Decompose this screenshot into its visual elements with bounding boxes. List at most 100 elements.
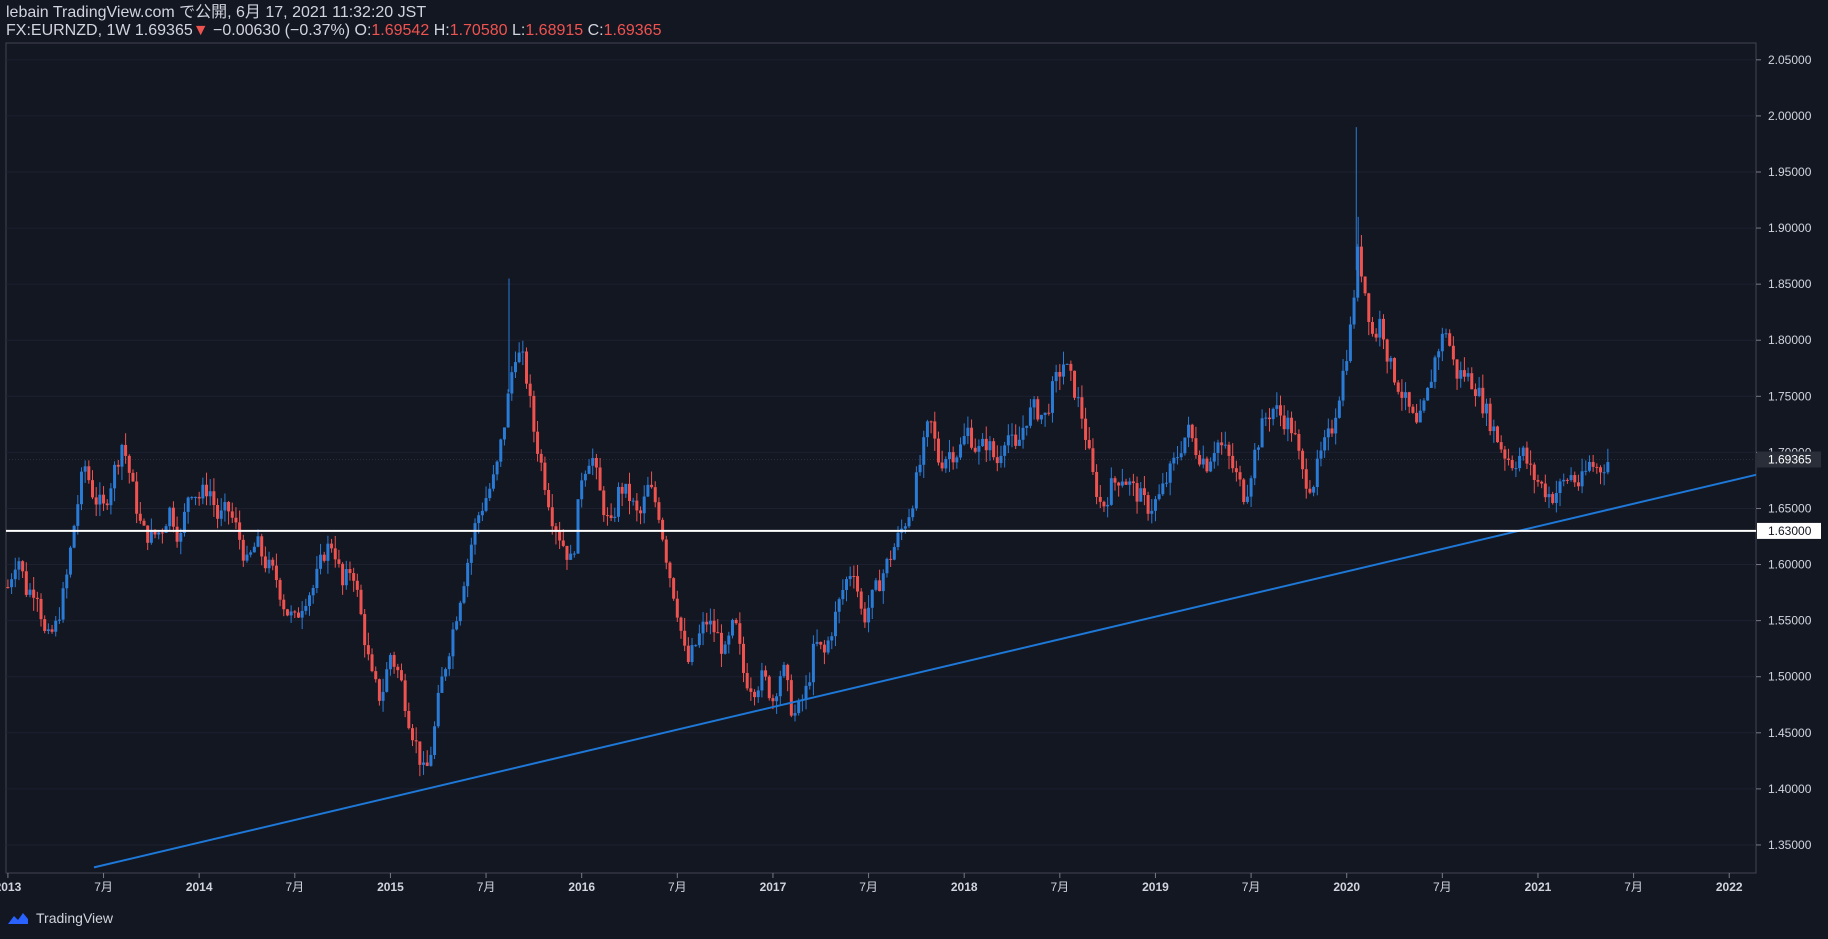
candle-body [992, 441, 996, 458]
candle-body [822, 644, 826, 653]
candle-body [1146, 495, 1150, 514]
candle-body [1602, 472, 1606, 474]
candle-body [760, 670, 764, 691]
trendline[interactable] [93, 473, 1757, 869]
candle-body [653, 487, 657, 503]
y-tick-label: 2.00000 [1768, 109, 1812, 123]
candle-body [914, 472, 918, 509]
candle-body [267, 559, 271, 569]
candle-body [488, 488, 492, 499]
time-axis[interactable]: 2013 7月 2014 7月 2015 7月 2016 7月 2017 7月 2018 7月 2019… [0, 873, 1743, 894]
candle-body [124, 444, 128, 456]
candle-body [83, 466, 87, 472]
candle-body [1164, 482, 1168, 484]
price-chart[interactable]: 1.35000 1.40000 1.45000 1.50000 1.55000 1.600… [0, 0, 1828, 939]
candle-body [418, 741, 422, 765]
candle-body [322, 554, 326, 561]
candle-body [223, 502, 227, 511]
candle-body [793, 713, 797, 716]
candle-body [458, 602, 462, 622]
candle-body [480, 510, 484, 516]
candle-body [1039, 414, 1043, 420]
candle-body [451, 629, 455, 657]
candle-body [1080, 397, 1084, 419]
candle-body [502, 427, 506, 440]
candle-body [1326, 428, 1330, 438]
candle-body [521, 351, 525, 353]
candle-body [24, 571, 28, 595]
candle-body [315, 568, 319, 589]
candle-body [91, 480, 95, 498]
candle-body [1576, 482, 1580, 487]
candle-body [32, 589, 36, 598]
x-tick-label: 2022 [1716, 880, 1743, 894]
candle-body [605, 515, 609, 517]
brand-name[interactable]: TradingView [36, 910, 113, 926]
candle-body [1050, 381, 1054, 413]
candle-body [944, 459, 948, 469]
candle-body [892, 547, 896, 560]
candle-body [1290, 417, 1294, 434]
candle-body [819, 641, 823, 645]
candle-body [936, 438, 940, 463]
candle-body [1190, 424, 1194, 439]
candle-body [925, 421, 929, 438]
candle-body [252, 546, 256, 553]
candle-body [1529, 463, 1533, 465]
candle-body [598, 467, 602, 491]
candle-body [216, 504, 220, 519]
candle-body [146, 525, 150, 543]
candle-body [1323, 437, 1327, 451]
candle-body [388, 655, 392, 670]
candle-body [808, 682, 812, 686]
candle-body [753, 691, 757, 698]
candle-body [1150, 510, 1154, 514]
candle-body [1021, 427, 1025, 440]
candle-body [782, 664, 786, 677]
candle-body [399, 670, 403, 681]
candle-body [1014, 434, 1018, 446]
candle-body [697, 633, 701, 646]
candle-body [852, 575, 856, 577]
x-tick-label: 2016 [568, 880, 595, 894]
candle-body [642, 496, 646, 514]
x-tick-label: 2018 [951, 880, 978, 894]
candle-body [68, 547, 72, 575]
candle-body [1543, 483, 1547, 498]
candle-body [473, 523, 477, 545]
candle-body [1102, 501, 1106, 507]
candle-body [1087, 439, 1091, 449]
candle-body [1025, 425, 1029, 428]
x-tick-label: 7月 [668, 880, 687, 894]
candle-body [385, 669, 389, 692]
tradingview-logo-icon[interactable] [6, 910, 30, 926]
candle-body [1492, 426, 1496, 432]
candle-body [646, 484, 650, 497]
candle-body [1378, 318, 1382, 338]
candle-body [833, 611, 837, 637]
candle-body [337, 559, 341, 564]
candle-body [1135, 483, 1139, 502]
candle-body [565, 545, 569, 560]
y-tick-label: 1.75000 [1768, 389, 1812, 403]
candle-body [1547, 494, 1551, 498]
candle-body [39, 598, 43, 620]
candle-body [609, 515, 613, 519]
candle-body [712, 620, 716, 633]
candle-body [1109, 478, 1113, 505]
x-tick-label: 7月 [477, 880, 496, 894]
candle-body [54, 620, 58, 632]
candle-body [17, 561, 21, 570]
candle-body [72, 525, 76, 548]
candle-body [675, 598, 679, 618]
candle-body [734, 619, 738, 624]
candle-body [1606, 462, 1610, 473]
candle-body [1525, 447, 1529, 464]
candle-body [775, 696, 779, 702]
candle-body [789, 680, 793, 716]
candle-body [1249, 478, 1253, 497]
candle-body [436, 692, 440, 727]
candle-body [1231, 455, 1235, 469]
candle-body [506, 393, 510, 428]
candle-body [1223, 444, 1227, 446]
